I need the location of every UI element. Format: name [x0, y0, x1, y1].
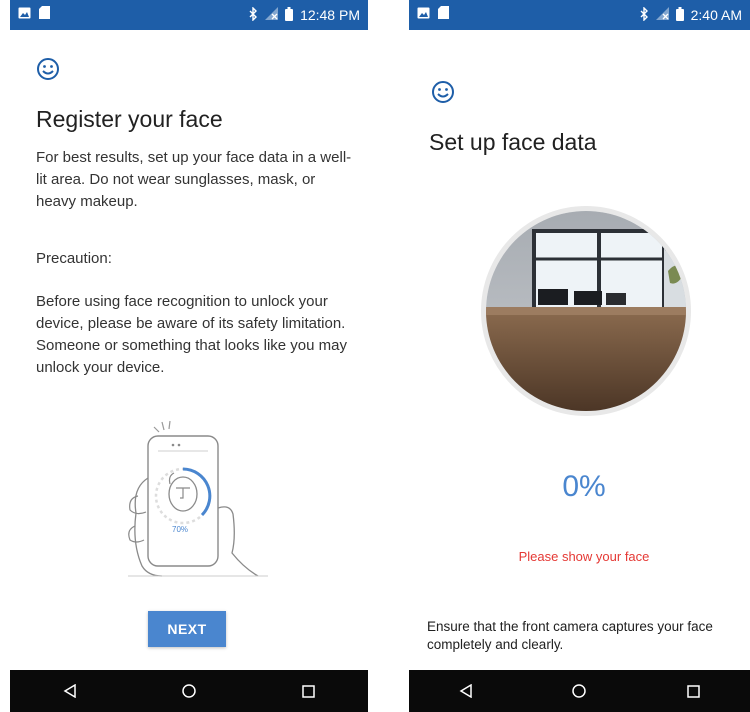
progress-percent: 0%	[562, 470, 606, 503]
navigation-bar	[409, 670, 750, 712]
phone-screen-setup: 2:40 AM Set up face data 0% Please show …	[409, 0, 750, 712]
status-bar: 2:40 AM	[409, 0, 750, 30]
sd-card-icon	[39, 6, 50, 24]
warning-message: Please show your face	[518, 549, 650, 564]
next-button[interactable]: NEXT	[148, 611, 226, 647]
image-icon	[18, 6, 31, 24]
recents-icon[interactable]	[673, 676, 713, 706]
page-title: Register your face	[36, 106, 223, 132]
status-bar: 12:48 PM	[10, 0, 368, 30]
back-icon[interactable]	[50, 676, 90, 706]
recents-icon[interactable]	[288, 676, 328, 706]
face-scan-illustration: 70%	[118, 418, 273, 578]
bluetooth-icon	[249, 5, 258, 24]
status-time: 2:40 AM	[690, 7, 742, 23]
sd-card-icon	[438, 6, 449, 24]
no-signal-icon	[655, 7, 669, 23]
precaution-text: Before using face recognition to unlock …	[36, 293, 347, 376]
battery-icon	[285, 6, 294, 24]
phone-screen-register: 12:48 PM Register your face For best res…	[10, 0, 368, 712]
image-icon	[417, 6, 430, 24]
status-time: 12:48 PM	[300, 7, 360, 23]
home-icon[interactable]	[559, 676, 599, 706]
back-icon[interactable]	[446, 676, 486, 706]
page-title: Set up face data	[429, 129, 597, 155]
bluetooth-icon	[640, 5, 649, 24]
camera-preview	[481, 206, 691, 416]
precaution-heading: Precaution:	[36, 250, 112, 267]
no-signal-icon	[265, 7, 279, 23]
instruction-text: Ensure that the front camera captures yo…	[427, 619, 713, 652]
battery-icon	[675, 6, 684, 24]
smiley-face-icon	[431, 80, 455, 109]
home-icon[interactable]	[169, 676, 209, 706]
intro-text: For best results, set up your face data …	[36, 149, 352, 210]
smiley-face-icon	[36, 57, 60, 86]
illustration-percent: 70%	[172, 525, 189, 534]
navigation-bar	[10, 670, 368, 712]
